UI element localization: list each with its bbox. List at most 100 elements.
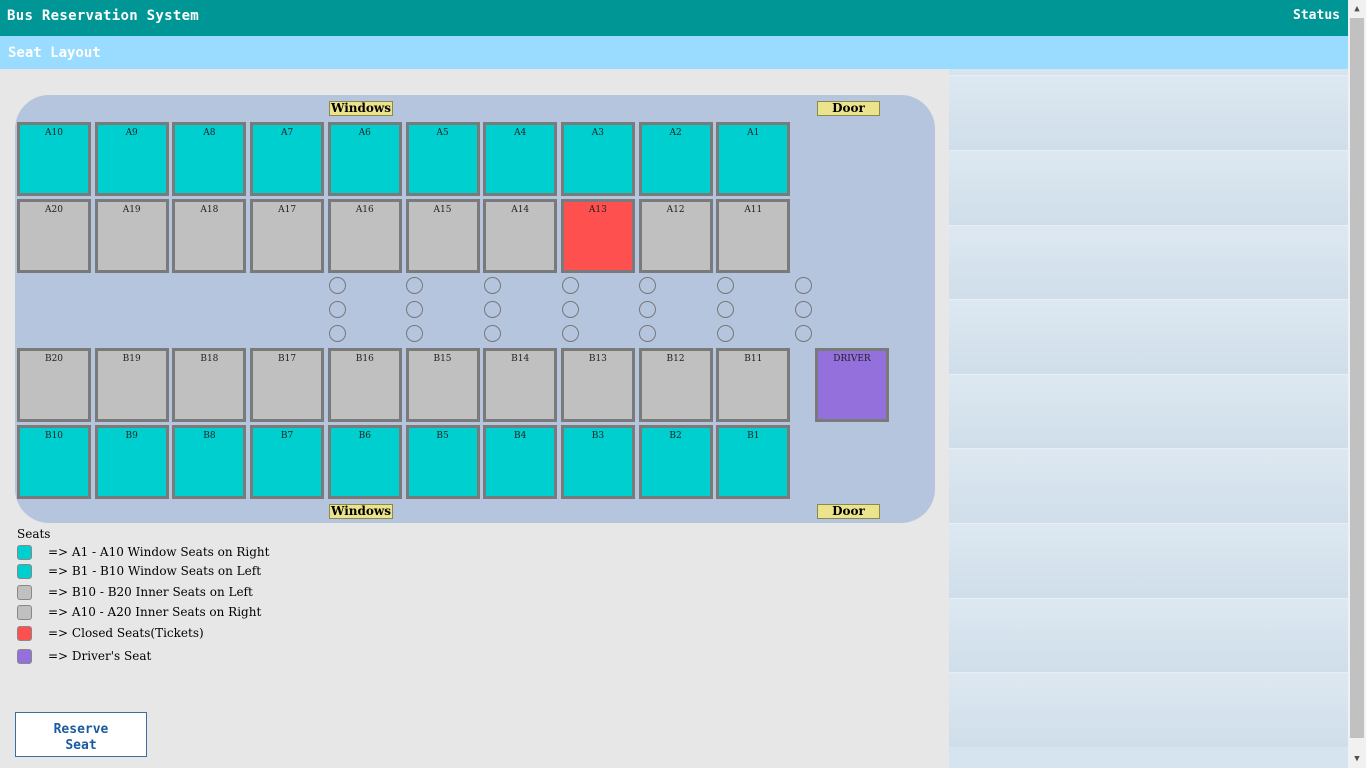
aisle-circle — [717, 325, 734, 342]
seat[interactable]: B7 — [250, 425, 325, 499]
seat-label: B18 — [200, 354, 219, 364]
seat[interactable]: B1 — [716, 425, 791, 499]
seat[interactable]: B11 — [716, 348, 791, 422]
panel-stripe — [949, 448, 1348, 523]
door-label-bottom: Door — [817, 504, 880, 519]
legend-swatch — [17, 545, 32, 560]
seat-label: A10 — [45, 128, 63, 138]
aisle-circle — [562, 325, 579, 342]
aisle-circle — [406, 277, 423, 294]
aisle-circle — [639, 301, 656, 318]
seat[interactable]: A13 — [560, 199, 635, 273]
seat[interactable]: A12 — [638, 199, 713, 273]
seat[interactable]: B18 — [172, 348, 247, 422]
seat[interactable]: A4 — [483, 122, 558, 196]
seat[interactable]: A5 — [405, 122, 480, 196]
seat-label: B19 — [122, 354, 141, 364]
legend-text: => A10 - A20 Inner Seats on Right — [48, 605, 262, 619]
seat[interactable]: A1 — [716, 122, 791, 196]
driver-seat-label: DRIVER — [833, 354, 871, 364]
legend-text: => A1 - A10 Window Seats on Right — [48, 545, 270, 559]
aisle-circle — [406, 301, 423, 318]
legend-swatch — [17, 564, 32, 579]
seat-label: A5 — [436, 128, 449, 138]
reserve-seat-button[interactable]: Reserve Seat — [15, 712, 147, 757]
seat[interactable]: A11 — [716, 199, 791, 273]
seat-label: B10 — [44, 431, 64, 441]
seat[interactable]: A8 — [172, 122, 247, 196]
seat-label: A2 — [669, 128, 682, 138]
scroll-down-icon[interactable]: ▼ — [1348, 750, 1366, 768]
seat[interactable]: A2 — [638, 122, 713, 196]
seat-label: A16 — [355, 205, 374, 215]
scroll-up-icon[interactable]: ▲ — [1348, 0, 1366, 18]
panel-stripe — [949, 75, 1348, 150]
seat[interactable]: B12 — [638, 348, 713, 422]
seat-label: A4 — [514, 128, 527, 138]
scroll-thumb[interactable] — [1350, 18, 1364, 738]
seat[interactable]: A3 — [560, 122, 635, 196]
seat[interactable]: A10 — [17, 122, 91, 196]
aisle-circle — [795, 277, 812, 294]
seat[interactable]: B2 — [638, 425, 713, 499]
seat-label: B1 — [747, 431, 760, 441]
seat[interactable]: B17 — [250, 348, 325, 422]
seat[interactable]: A6 — [327, 122, 402, 196]
seat-label: B3 — [591, 431, 605, 441]
right-panel — [949, 69, 1348, 768]
panel-stripe — [949, 672, 1348, 747]
seat[interactable]: B13 — [560, 348, 635, 422]
seat[interactable]: A20 — [17, 199, 91, 273]
driver-seat: DRIVER — [815, 348, 889, 422]
seat-label: B13 — [588, 354, 607, 364]
seat-label: B4 — [514, 431, 527, 441]
vertical-scrollbar[interactable]: ▲ ▼ — [1348, 0, 1366, 768]
seat-label: A8 — [203, 128, 216, 138]
legend-text: => B1 - B10 Window Seats on Left — [48, 564, 262, 578]
seat[interactable]: B16 — [327, 348, 402, 422]
seat[interactable]: B5 — [405, 425, 480, 499]
seat[interactable]: A9 — [94, 122, 169, 196]
panel-stripe — [949, 374, 1348, 449]
seat[interactable]: A15 — [405, 199, 480, 273]
seat[interactable]: B14 — [483, 348, 558, 422]
seat-label: B11 — [744, 354, 763, 364]
seat[interactable]: B3 — [560, 425, 635, 499]
seat[interactable]: A17 — [250, 199, 325, 273]
legend-swatch — [17, 626, 32, 641]
door-label-top: Door — [817, 101, 880, 116]
legend-swatch — [17, 605, 32, 620]
seat[interactable]: B9 — [94, 425, 169, 499]
windows-label-top: Windows — [329, 101, 393, 116]
seat[interactable]: B6 — [327, 425, 402, 499]
seat[interactable]: B8 — [172, 425, 247, 499]
windows-label-bottom: Windows — [329, 504, 393, 519]
seat[interactable]: A19 — [94, 199, 169, 273]
sub-header: Seat Layout — [0, 36, 1348, 69]
seat[interactable]: B15 — [405, 348, 480, 422]
seat[interactable]: B4 — [483, 425, 558, 499]
seat-label: B6 — [358, 431, 371, 441]
seat-label: A6 — [358, 128, 371, 138]
legend-swatch — [17, 649, 32, 664]
page-title: Seat Layout — [8, 45, 101, 61]
legend-text: => Closed Seats(Tickets) — [48, 626, 204, 640]
seat-label: A7 — [280, 128, 294, 138]
seat-label: A19 — [122, 205, 141, 215]
aisle-circle — [562, 277, 579, 294]
seat[interactable]: B20 — [17, 348, 91, 422]
panel-stripe — [949, 523, 1348, 598]
status-link[interactable]: Status — [1293, 8, 1340, 23]
panel-stripe — [949, 598, 1348, 673]
seat[interactable]: B19 — [94, 348, 169, 422]
seat[interactable]: A14 — [483, 199, 558, 273]
aisle-circle — [717, 277, 734, 294]
seat[interactable]: A16 — [327, 199, 402, 273]
seat[interactable]: A18 — [172, 199, 247, 273]
seat[interactable]: A7 — [250, 122, 325, 196]
aisle-circle — [406, 325, 423, 342]
seat-label: A20 — [45, 205, 63, 215]
aisle-circle — [795, 325, 812, 342]
seat[interactable]: B10 — [17, 425, 91, 499]
seat-label: B12 — [666, 354, 685, 364]
